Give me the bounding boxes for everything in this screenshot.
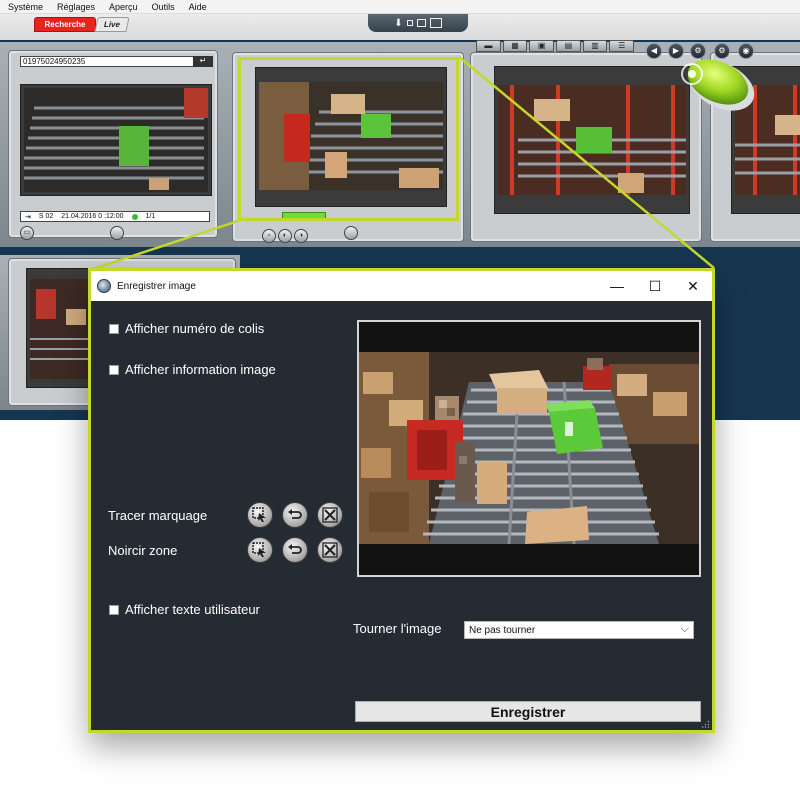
- split-icon: ◑: [298, 232, 304, 239]
- rotate-select[interactable]: Ne pas tourner ⌵: [464, 621, 694, 639]
- delete-icon: [322, 507, 338, 523]
- marking-delete-button[interactable]: [317, 502, 343, 528]
- tab-live[interactable]: Live: [94, 17, 130, 32]
- preview-photo: [359, 352, 699, 544]
- camera-image-5: [30, 279, 94, 379]
- app-logo-icon: [97, 279, 111, 293]
- login-icon: ⇥: [25, 213, 31, 221]
- tab-single-view[interactable]: ▬: [476, 40, 501, 52]
- arrow-down-icon: ⬇: [394, 17, 403, 29]
- scroll-knob-2[interactable]: [344, 226, 358, 240]
- minimize-button[interactable]: —: [598, 271, 636, 301]
- enter-icon: ↵: [199, 56, 207, 65]
- grid-icon: ▦: [511, 41, 519, 50]
- blacken-zone-label: Noircir zone: [108, 543, 178, 558]
- cursor-select-icon: [252, 507, 266, 522]
- parcel-number-field[interactable]: 01975024950235: [20, 56, 196, 67]
- camera-view-3[interactable]: [494, 66, 690, 214]
- parcel-number-checkbox[interactable]: [109, 323, 119, 334]
- dialog-title: Enregistrer image: [117, 280, 196, 292]
- undo-icon: [288, 509, 302, 519]
- menu-bar: Système Réglages Aperçu Outils Aide: [0, 0, 800, 14]
- page-counter: 1/1: [145, 213, 156, 220]
- timestamp-label: 21.04.2016 0 :12:00: [61, 213, 124, 220]
- split-icon: ◐: [282, 232, 288, 239]
- tab-list-view[interactable]: ☰: [609, 40, 635, 52]
- save-button[interactable]: Enregistrer: [355, 701, 701, 722]
- camera-image-1: [24, 88, 208, 192]
- close-button[interactable]: ✕: [674, 271, 712, 301]
- zone-select-button[interactable]: [247, 537, 273, 563]
- tab-grid-view[interactable]: ▦: [502, 40, 528, 52]
- menu-aide[interactable]: Aide: [189, 2, 207, 12]
- menu-reglages[interactable]: Réglages: [57, 2, 95, 12]
- camera-view-1[interactable]: [20, 84, 212, 196]
- zone-delete-button[interactable]: [317, 537, 343, 563]
- screen: Système Réglages Aperçu Outils Aide Rech…: [0, 0, 800, 800]
- small-square-icon: ▫: [267, 232, 271, 239]
- view-button-1[interactable]: ▫: [262, 229, 276, 243]
- rotate-select-value: Ne pas tourner: [469, 624, 536, 636]
- menu-outils[interactable]: Outils: [152, 2, 175, 12]
- image-preview[interactable]: [357, 320, 701, 577]
- status-dot-icon: [131, 213, 138, 220]
- view-button-2[interactable]: ◐: [278, 229, 292, 243]
- option-image-info[interactable]: Afficher information image: [109, 362, 276, 377]
- single-view-icon: ▬: [484, 41, 493, 50]
- list-icon: ☰: [618, 41, 626, 50]
- layout-toggle[interactable]: ⬇: [368, 14, 468, 32]
- undo-icon: [288, 544, 302, 554]
- delete-icon: [322, 542, 338, 558]
- camera-view-5[interactable]: [26, 268, 96, 388]
- dialog-titlebar[interactable]: Enregistrer image — ☐ ✕: [91, 271, 712, 301]
- user-text-label: Afficher texte utilisateur: [125, 602, 260, 617]
- minimize-icon: —: [610, 278, 624, 294]
- rotate-label: Tourner l'image: [353, 621, 442, 636]
- cursor-select-icon: [252, 542, 266, 557]
- resize-grip-icon[interactable]: [702, 720, 710, 728]
- medium-layout-icon: [416, 19, 426, 27]
- mouse-icon: [681, 59, 755, 111]
- small-layout-icon: [406, 20, 413, 26]
- enter-button[interactable]: ↵: [193, 56, 213, 67]
- view-tabs: ▬ ▦ ▣ ▤ ▥ ☰: [476, 40, 635, 52]
- arrow-left-icon: ◀: [650, 46, 658, 55]
- chevron-down-icon: ⌵: [680, 623, 689, 635]
- image-info-label: Afficher information image: [125, 362, 276, 377]
- tab-gallery-view[interactable]: ▥: [582, 40, 608, 52]
- station-label: S 02: [38, 213, 54, 220]
- tab-map-view[interactable]: ▤: [556, 40, 581, 52]
- minus-icon: ▭: [23, 229, 31, 236]
- maximize-icon: ☐: [648, 277, 662, 294]
- menu-apercu[interactable]: Aperçu: [109, 2, 138, 12]
- save-image-dialog: Enregistrer image — ☐ ✕ Afficher numéro …: [88, 268, 715, 733]
- marking-select-button[interactable]: [247, 502, 273, 528]
- option-parcel-number[interactable]: Afficher numéro de colis: [109, 321, 264, 336]
- previous-button[interactable]: ◀: [646, 43, 662, 59]
- tab-recherche[interactable]: Recherche: [34, 17, 96, 32]
- user-text-checkbox[interactable]: [109, 604, 119, 615]
- scroll-knob[interactable]: [110, 226, 124, 240]
- parcel-number-label: Afficher numéro de colis: [125, 321, 265, 336]
- marking-undo-button[interactable]: [282, 502, 308, 528]
- zone-undo-button[interactable]: [282, 537, 308, 563]
- large-layout-icon: [429, 18, 442, 28]
- maximize-button[interactable]: ☐: [636, 271, 674, 301]
- camera-image-3: [498, 85, 686, 195]
- view-button-3[interactable]: ◑: [294, 229, 308, 243]
- callout-highlight: [238, 57, 459, 221]
- gallery-icon: ▥: [591, 41, 599, 50]
- draw-marking-label: Tracer marquage: [108, 508, 208, 523]
- close-icon: ✕: [687, 277, 699, 294]
- tab-parcel-view[interactable]: ▣: [529, 40, 555, 52]
- map-icon: ▤: [564, 41, 573, 50]
- option-user-text[interactable]: Afficher texte utilisateur: [109, 602, 260, 617]
- menu-systeme[interactable]: Système: [8, 2, 43, 12]
- status-strip: ⇥ S 02 21.04.2016 0 :12:00 1/1: [20, 211, 210, 222]
- box-icon: ▣: [537, 41, 546, 50]
- image-info-checkbox[interactable]: [109, 364, 119, 375]
- snapshot-button[interactable]: ▭: [20, 226, 34, 240]
